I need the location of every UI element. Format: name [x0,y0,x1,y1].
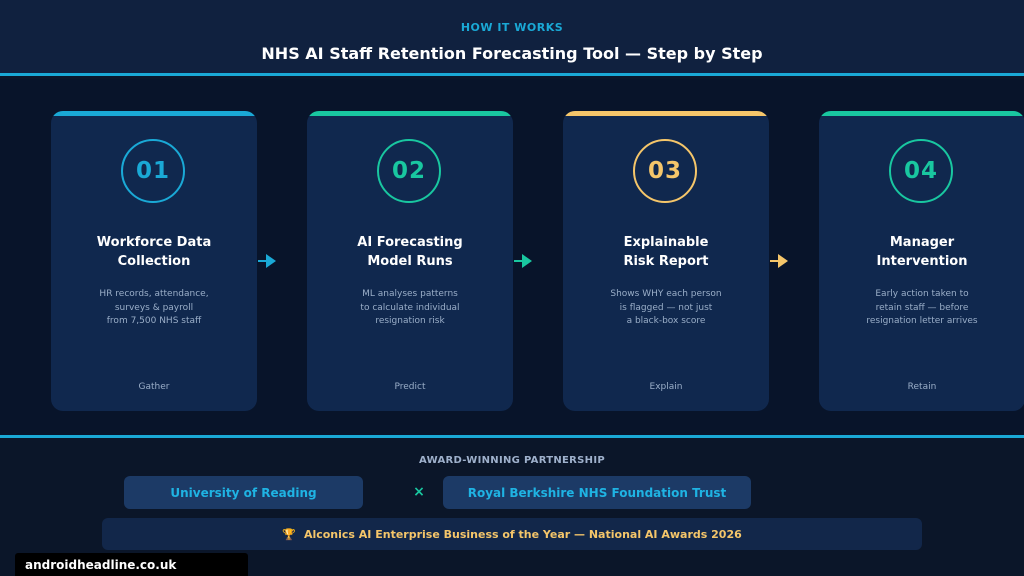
step-number-circle: 01 [121,139,185,203]
step-accent-bar [819,111,1024,116]
eyebrow: HOW IT WORKS [460,21,564,34]
step-description: Early action taken to retain staff — bef… [866,289,978,326]
arrow-right-icon [258,254,276,268]
step-tag: Gather [138,382,170,392]
step-description: ML analyses patterns to calculate indivi… [360,289,460,326]
step-tag: Explain [649,382,683,392]
partner-trust-badge: Royal Berkshire NHS Foundation Trust [443,476,751,509]
header: HOW IT WORKS NHS AI Staff Retention Fore… [0,0,1024,76]
times-icon: × [413,484,425,500]
watermark-text: androidheadline.co.uk [25,557,177,572]
step-accent-bar [307,111,513,116]
trophy-icon: 🏆 [282,527,296,541]
step-description: HR records, attendance, surveys & payrol… [99,289,209,326]
arrow-head [778,254,788,268]
step-card-4: 04 Manager Intervention Early action tak… [819,111,1024,411]
partnership-heading: AWARD-WINNING PARTNERSHIP [418,455,605,466]
step-card-3: 03 Explainable Risk Report Shows WHY eac… [563,111,769,411]
arrow-head [522,254,532,268]
step-description: Shows WHY each person is flagged — not j… [610,289,722,326]
step-number-circle: 03 [633,139,697,203]
partner-university-badge: University of Reading [124,476,363,509]
step-tag: Predict [394,382,426,392]
step-title: AI Forecasting Model Runs [357,235,463,269]
award-banner: 🏆 Alconics AI Enterprise Business of the… [102,518,922,550]
source-watermark: androidheadline.co.uk [15,553,248,576]
step-accent-bar [563,111,769,116]
step-title: Explainable Risk Report [623,235,709,269]
step-tag: Retain [907,382,937,392]
page-title: NHS AI Staff Retention Forecasting Tool … [261,44,763,63]
arrow-head [266,254,276,268]
section-divider [0,435,1024,438]
step-title: Manager Intervention [876,235,968,269]
step-number-circle: 04 [889,139,953,203]
arrow-right-icon [514,254,532,268]
step-card-2: 02 AI Forecasting Model Runs ML analyses… [307,111,513,411]
step-card-1: 01 Workforce Data Collection HR records,… [51,111,257,411]
step-accent-bar [51,111,257,116]
step-number-circle: 02 [377,139,441,203]
step-title: Workforce Data Collection [96,235,212,269]
arrow-right-icon [770,254,788,268]
award-text: Alconics AI Enterprise Business of the Y… [303,527,742,541]
